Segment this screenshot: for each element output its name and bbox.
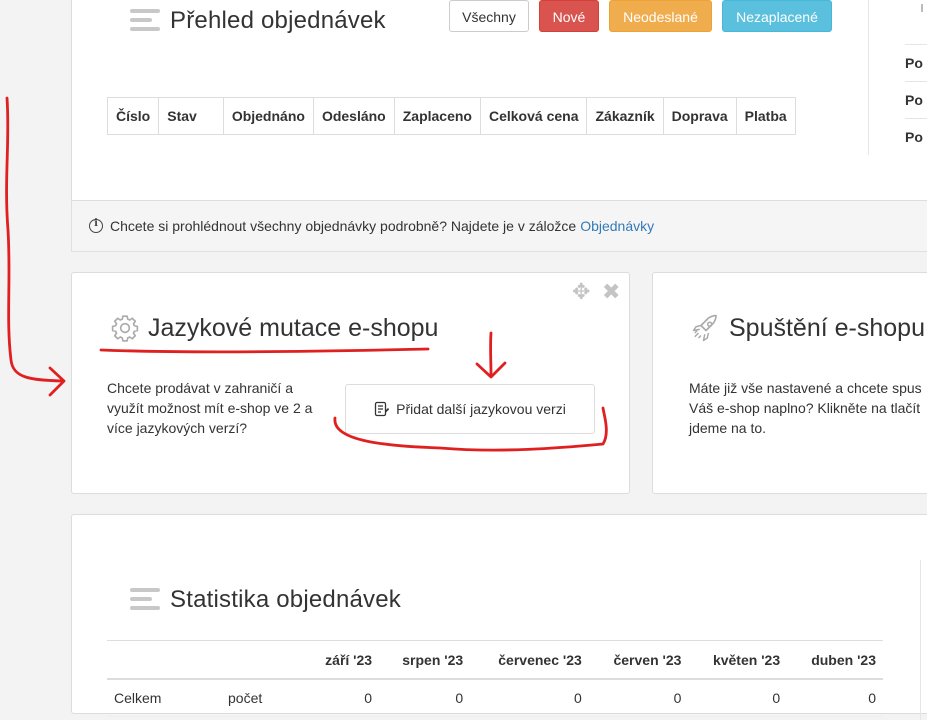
- info-icon: [89, 219, 103, 233]
- launch-description: Máte již vše nastavené a chcete spus Váš…: [689, 378, 927, 438]
- annotation-left-arrow: [7, 98, 62, 381]
- orders-table-header: Číslo Stav Objednáno Odesláno Zaplaceno …: [108, 98, 796, 135]
- document-edit-icon: [374, 401, 390, 417]
- col-sent[interactable]: Odesláno: [313, 98, 394, 135]
- side-list-item[interactable]: Po: [905, 118, 927, 145]
- col-customer[interactable]: Zákazník: [587, 98, 663, 135]
- stats-header-row: září '23 srpen '23 červenec '23 červen '…: [107, 641, 883, 680]
- col-number[interactable]: Číslo: [108, 98, 159, 135]
- language-title: Jazykové mutace e-shopu: [148, 314, 438, 343]
- side-list-icon: [921, 4, 927, 12]
- stats-cell: 0: [688, 679, 787, 717]
- list-lines-icon: [130, 588, 160, 612]
- col-total-price[interactable]: Celková cena: [480, 98, 587, 135]
- add-language-button[interactable]: Přidat další jazykovou verzi: [345, 384, 595, 434]
- filter-unpaid-button[interactable]: Nezaplacené: [722, 0, 832, 32]
- close-icon[interactable]: ✖: [602, 279, 620, 305]
- orders-info-bar: Chcete si prohlédnout všechny objednávky…: [71, 200, 927, 252]
- stats-col-blank: [221, 641, 305, 680]
- orders-title-row: Přehled objednávek: [130, 7, 386, 35]
- add-language-label: Přidat další jazykovou verzi: [396, 401, 566, 417]
- gear-icon: [110, 313, 140, 343]
- stats-cell: 0: [589, 679, 689, 717]
- stats-divider: [920, 560, 921, 720]
- stats-col-month: duben '23: [787, 641, 883, 680]
- filter-new-button[interactable]: Nové: [539, 0, 599, 32]
- language-title-row: Jazykové mutace e-shopu: [110, 313, 438, 343]
- col-paid[interactable]: Zaplaceno: [394, 98, 480, 135]
- stats-row-label: Celkem: [107, 679, 221, 717]
- rocket-icon: [691, 313, 721, 343]
- side-list: Po Po Po: [868, 0, 927, 155]
- stats-col-blank: [107, 641, 221, 680]
- stats-row-sublabel: počet: [221, 679, 305, 717]
- language-panel: ✥ ✖ Jazykové mutace e-shopu Chcete prodá…: [71, 272, 630, 494]
- stats-cell: 0: [470, 679, 589, 717]
- stats-col-month: srpen '23: [379, 641, 470, 680]
- filter-unsent-button[interactable]: Neodeslané: [609, 0, 712, 32]
- launch-panel: Spuštění e-shopu Máte již vše nastavené …: [652, 272, 927, 494]
- launch-desc-line: Máte již vše nastavené a chcete spus: [689, 378, 927, 398]
- stats-title-row: Statistika objednávek: [130, 586, 401, 614]
- annotation-left-arrowhead: [50, 368, 64, 395]
- launch-title: Spuštění e-shopu: [729, 314, 925, 343]
- stats-col-month: červen '23: [589, 641, 689, 680]
- stats-col-month: červenec '23: [470, 641, 589, 680]
- col-payment[interactable]: Platba: [736, 98, 795, 135]
- stats-cell: 0: [787, 679, 883, 717]
- stats-col-month: září '23: [305, 641, 379, 680]
- orders-title: Přehled objednávek: [170, 7, 386, 35]
- filter-all-button[interactable]: Všechny: [449, 0, 529, 32]
- launch-desc-line: Váš e-shop naplno? Klikněte na tlačít: [689, 398, 927, 418]
- table-row: Celkem počet 0 0 0 0 0 0: [107, 679, 883, 717]
- col-shipping[interactable]: Doprava: [663, 98, 736, 135]
- stats-col-month: květen '23: [688, 641, 787, 680]
- col-status[interactable]: Stav: [159, 98, 224, 135]
- list-lines-icon: [130, 9, 160, 33]
- launch-desc-line: jdeme na to.: [689, 418, 927, 438]
- col-ordered[interactable]: Objednáno: [223, 98, 313, 135]
- side-list-item[interactable]: Po: [905, 81, 927, 108]
- language-description: Chcete prodávat v zahraničí a využít mož…: [107, 378, 327, 438]
- orders-table: Číslo Stav Objednáno Odesláno Zaplaceno …: [107, 97, 796, 135]
- launch-title-row: Spuštění e-shopu: [691, 313, 925, 343]
- info-text: Chcete si prohlédnout všechny objednávky…: [110, 218, 576, 234]
- stats-table: září '23 srpen '23 červenec '23 červen '…: [107, 640, 883, 717]
- stats-cell: 0: [305, 679, 379, 717]
- side-list-item[interactable]: Po: [905, 44, 927, 71]
- move-icon[interactable]: ✥: [572, 279, 590, 305]
- orders-link[interactable]: Objednávky: [580, 218, 654, 234]
- stats-title: Statistika objednávek: [170, 586, 401, 614]
- stats-cell: 0: [379, 679, 470, 717]
